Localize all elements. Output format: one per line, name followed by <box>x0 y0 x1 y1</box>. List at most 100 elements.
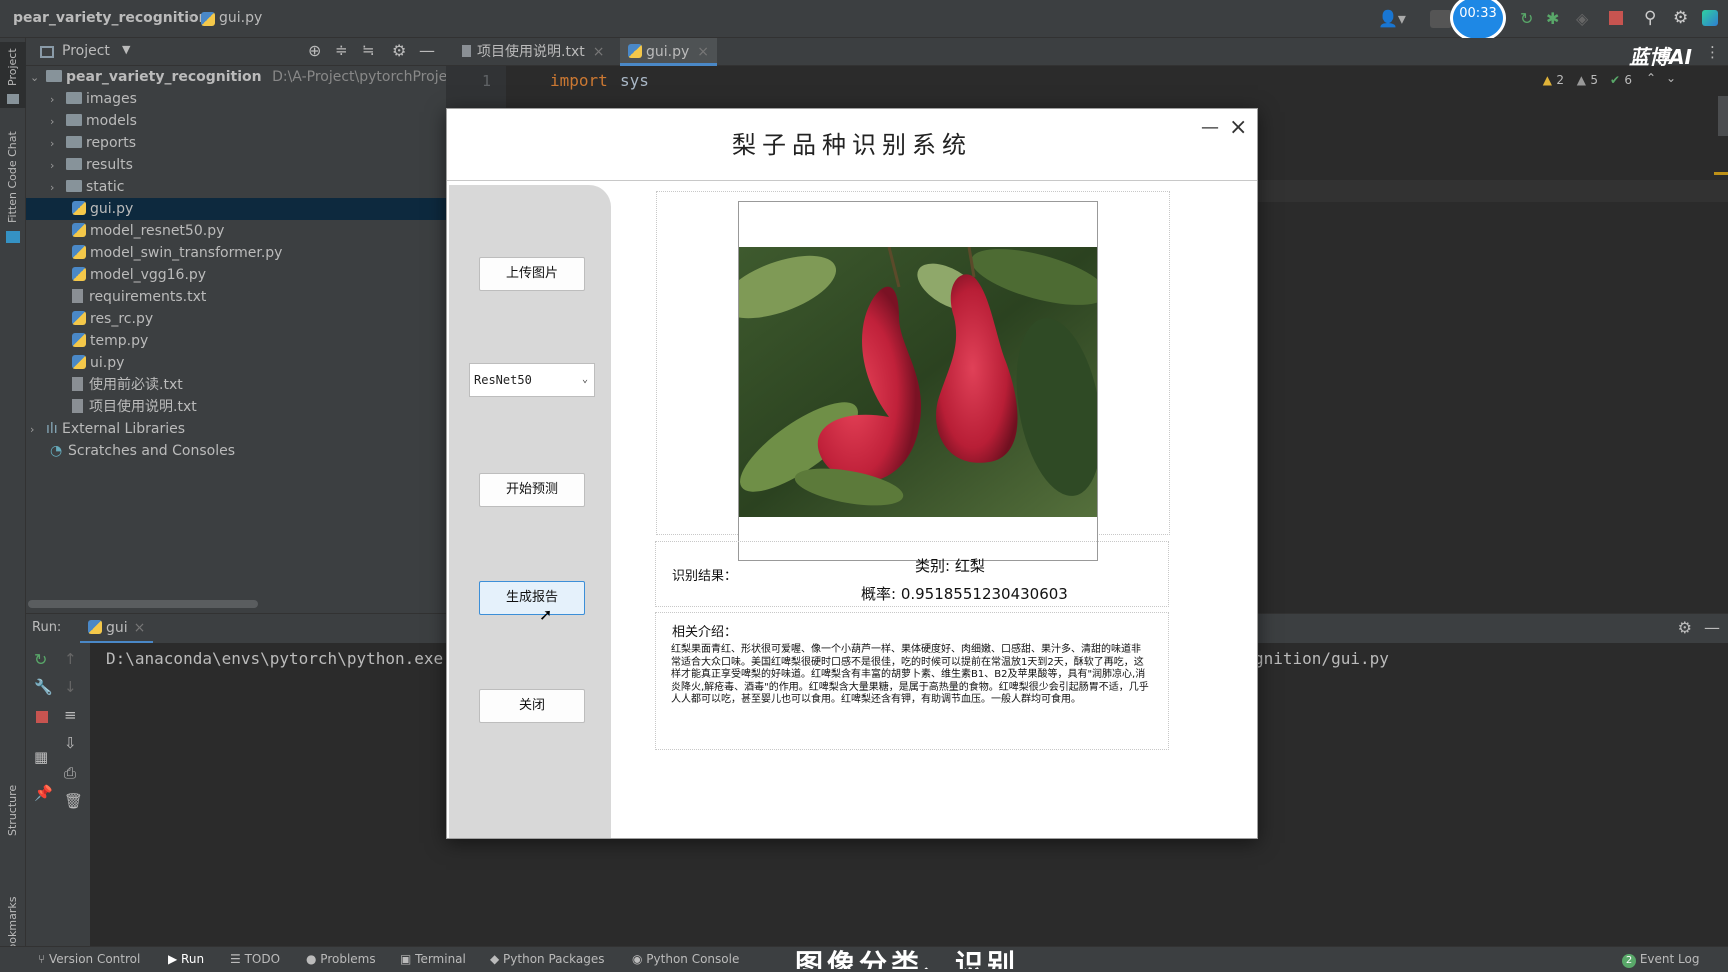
warning-icon[interactable]: ▲ <box>1543 73 1552 87</box>
bottom-python-packages[interactable]: ◆ Python Packages <box>490 952 604 966</box>
weak-warning-icon[interactable]: ▲ <box>1577 73 1586 87</box>
user-icon[interactable]: 👤▾ <box>1378 9 1406 28</box>
bottom-problems[interactable]: ● Problems <box>306 952 376 966</box>
tree-item-res-rc[interactable]: res_rc.py <box>72 308 153 330</box>
tree-scratches[interactable]: ◔ Scratches and Consoles <box>50 440 235 462</box>
tree-item-images[interactable]: › images <box>50 88 446 110</box>
tree-item-usage-doc[interactable]: 项目使用说明.txt <box>72 396 197 418</box>
expand-all-icon[interactable]: ≑ <box>335 41 348 59</box>
bottom-run[interactable]: ▶ Run <box>168 952 204 966</box>
tree-item-requirements[interactable]: requirements.txt <box>72 286 206 308</box>
bottom-version-control[interactable]: ⑂ Version Control <box>38 952 140 966</box>
close-icon[interactable]: × <box>697 44 709 60</box>
error-stripe-mark[interactable] <box>1714 172 1728 175</box>
search-icon[interactable]: ⚲ <box>1644 8 1656 28</box>
gear-icon[interactable]: ⚙ <box>1678 618 1692 637</box>
minimize-icon[interactable]: — <box>1704 618 1720 637</box>
minimize-window-button[interactable]: — <box>1201 117 1219 138</box>
line-number: 1 <box>482 72 492 90</box>
trash-icon[interactable]: 🗑 <box>64 792 83 810</box>
run-config-icon[interactable] <box>1430 10 1452 28</box>
event-log[interactable]: 2 Event Log <box>1622 952 1699 968</box>
fitten-code-chat-label[interactable]: Fitten Code Chat <box>6 131 19 223</box>
python-file-icon <box>72 311 86 325</box>
chevron-right-icon[interactable]: › <box>50 177 66 199</box>
close-window-button[interactable]: × <box>1229 115 1247 140</box>
bottom-python-console[interactable]: ◉ Python Console <box>632 952 739 966</box>
vertical-scrollbar[interactable] <box>1718 96 1728 136</box>
chevron-down-icon[interactable]: ⌄ <box>30 67 46 89</box>
tree-external-libraries[interactable]: › ılı External Libraries <box>30 418 185 440</box>
gear-icon[interactable]: ⚙ <box>392 41 406 60</box>
chevron-right-icon[interactable]: › <box>50 111 66 133</box>
tab-run-gui[interactable]: gui × <box>80 614 154 644</box>
text-file-icon <box>72 399 83 413</box>
check-icon[interactable]: ✔ <box>1610 73 1620 87</box>
chevron-right-icon[interactable]: › <box>50 133 66 155</box>
tab-usage-doc[interactable]: 项目使用说明.txt × <box>454 38 612 66</box>
plugin-icon[interactable] <box>1702 10 1718 26</box>
gear-icon[interactable]: ⚙ <box>1673 8 1688 28</box>
horizontal-scrollbar[interactable] <box>28 600 258 608</box>
soft-wrap-icon[interactable]: ≡ <box>64 706 77 724</box>
text-file-icon <box>72 377 83 391</box>
coverage-icon[interactable]: ◈ <box>1576 9 1588 28</box>
debug-icon[interactable]: ✱ <box>1546 9 1559 28</box>
stop-icon[interactable] <box>1609 11 1623 25</box>
tree-item-temp[interactable]: temp.py <box>72 330 148 352</box>
python-file-icon <box>72 245 86 259</box>
structure-tool-label[interactable]: Structure <box>6 785 19 836</box>
locate-icon[interactable]: ⊕ <box>308 41 321 60</box>
collapse-all-icon[interactable]: ≒ <box>362 41 375 59</box>
close-button[interactable]: 关闭 <box>479 689 585 723</box>
upload-image-button[interactable]: 上传图片 <box>479 257 585 291</box>
tree-item-gui-py[interactable]: gui.py <box>26 198 446 220</box>
tree-root[interactable]: ⌄ pear_variety_recognition D:\A-Project\p… <box>30 66 485 89</box>
tree-item-model-resnet50[interactable]: model_resnet50.py <box>72 220 224 242</box>
layout-icon[interactable]: ▦ <box>34 748 48 766</box>
folder-icon <box>66 158 82 170</box>
tree-item-models[interactable]: › models <box>50 110 446 132</box>
bottom-todo[interactable]: ☰ TODO <box>230 952 280 966</box>
chevron-right-icon[interactable]: › <box>30 419 46 441</box>
generate-report-button[interactable]: 生成报告 <box>479 581 585 615</box>
start-predict-button[interactable]: 开始预测 <box>479 473 585 507</box>
rerun-icon[interactable]: ↻ <box>34 650 47 669</box>
tree-item-results[interactable]: › results <box>50 154 446 176</box>
bottom-terminal[interactable]: ▣ Terminal <box>400 952 466 966</box>
model-select[interactable]: ResNet50 ⌄ <box>469 363 595 397</box>
tree-item-label: reports <box>86 135 137 151</box>
tree-item-model-vgg16[interactable]: model_vgg16.py <box>72 264 206 286</box>
tree-item-readme-first[interactable]: 使用前必读.txt <box>72 374 183 396</box>
chevron-up-icon[interactable]: ⌃ <box>1646 71 1656 85</box>
more-icon[interactable]: ⋮ <box>1705 43 1720 61</box>
chevron-down-icon[interactable]: ⌄ <box>1666 71 1676 85</box>
chevron-right-icon[interactable]: › <box>50 155 66 177</box>
minimize-icon[interactable]: — <box>419 41 435 60</box>
chevron-right-icon[interactable]: › <box>50 89 66 111</box>
stop-icon[interactable] <box>36 711 48 723</box>
arrow-up-icon[interactable]: ↑ <box>64 650 77 668</box>
tab-gui-py[interactable]: gui.py × <box>620 38 718 66</box>
close-icon[interactable]: × <box>593 44 605 60</box>
arrow-down-icon[interactable]: ↓ <box>64 678 77 696</box>
code-module: sys <box>620 71 649 90</box>
tree-item-static[interactable]: › static <box>50 176 446 198</box>
scroll-to-end-icon[interactable]: ⇩ <box>64 734 77 752</box>
tree-item-ui[interactable]: ui.py <box>72 352 124 374</box>
chevron-down-icon[interactable]: ▼ <box>122 43 130 56</box>
tree-item-model-swin-transformer[interactable]: model_swin_transformer.py <box>72 242 282 264</box>
project-panel-title[interactable]: Project <box>62 43 110 59</box>
breadcrumb-project[interactable]: pear_variety_recognition <box>13 10 209 26</box>
print-icon[interactable]: ⎙ <box>64 764 76 782</box>
rerun-icon[interactable]: ↻ <box>1520 9 1533 28</box>
wrench-icon[interactable]: 🔧 <box>34 678 53 696</box>
pin-icon[interactable]: 📌 <box>34 784 53 802</box>
breadcrumb-file[interactable]: gui.py <box>219 10 262 26</box>
bottom-item-label: Terminal <box>415 952 466 966</box>
chevron-down-icon[interactable]: ⌄ <box>582 364 588 396</box>
tree-item-reports[interactable]: › reports <box>50 132 446 154</box>
project-tool-label[interactable]: Project <box>6 48 19 86</box>
run-label: Run: <box>32 620 62 635</box>
close-icon[interactable]: × <box>134 620 146 636</box>
